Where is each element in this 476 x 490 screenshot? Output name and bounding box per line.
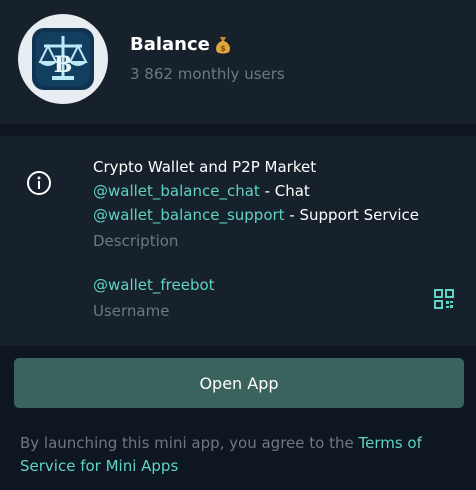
svg-text:B: B	[54, 52, 73, 78]
open-app-button[interactable]: Open App	[14, 358, 464, 408]
terms-notice: By launching this mini app, you agree to…	[20, 432, 440, 478]
monthly-users: 3 862 monthly users	[130, 65, 285, 83]
support-link[interactable]: @wallet_balance_support	[93, 206, 285, 224]
description-line-2: @wallet_balance_chat - Chat	[93, 182, 310, 200]
info-icon	[27, 171, 51, 195]
avatar[interactable]: B	[18, 14, 108, 104]
bot-header: B Balance $ 3 862 monthly users	[0, 0, 476, 124]
chat-link[interactable]: @wallet_balance_chat	[93, 182, 260, 200]
svg-text:$: $	[220, 44, 226, 53]
bot-title: Balance	[130, 34, 210, 55]
username-label: Username	[93, 302, 170, 320]
chat-link-suffix: - Chat	[259, 182, 310, 200]
scales-logo-icon: B	[32, 28, 94, 90]
description-line-1: Crypto Wallet and P2P Market	[93, 158, 316, 176]
description-text: Crypto Wallet and P2P Market	[93, 158, 317, 176]
section-divider	[0, 124, 476, 136]
qr-code-icon[interactable]	[434, 289, 454, 309]
username-link[interactable]: @wallet_freebot	[93, 276, 215, 294]
support-link-suffix: - Support Service	[284, 206, 420, 224]
terms-text: By launching this mini app, you agree to…	[20, 434, 359, 452]
description-label: Description	[93, 232, 179, 250]
money-bag-icon: $	[215, 36, 230, 53]
description-line-3: @wallet_balance_support - Support Servic…	[93, 206, 419, 224]
